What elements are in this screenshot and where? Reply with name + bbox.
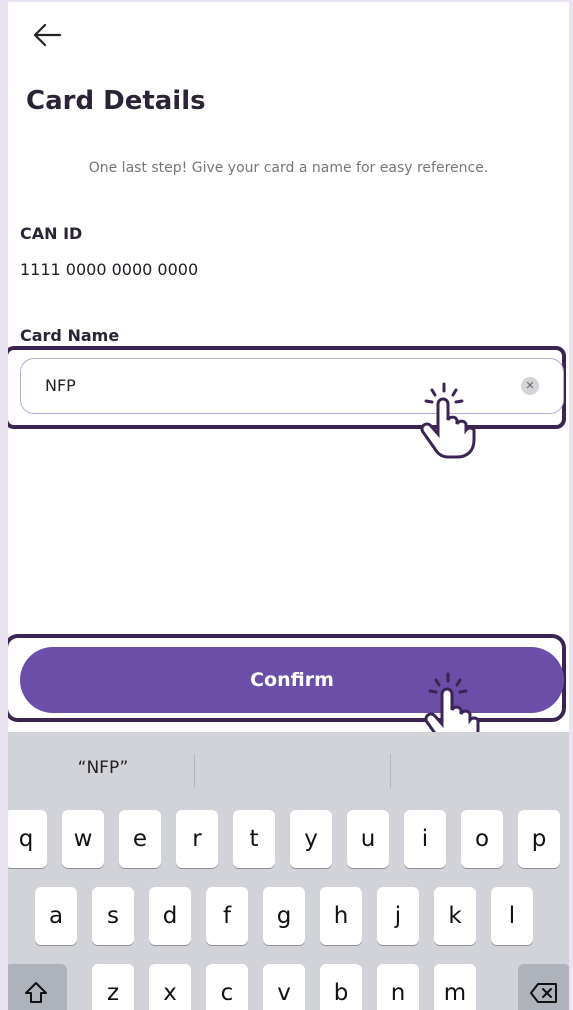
arrow-left-icon [33, 23, 62, 47]
card-name-field[interactable]: ✕ [20, 358, 564, 414]
suggestion-item[interactable]: “NFP” [8, 758, 198, 778]
shift-key[interactable] [8, 964, 67, 1010]
key[interactable]: m [434, 964, 476, 1010]
key[interactable]: j [377, 887, 419, 945]
key[interactable]: q [8, 810, 47, 868]
key[interactable]: n [377, 964, 419, 1010]
key[interactable]: l [491, 887, 533, 945]
key[interactable]: v [263, 964, 305, 1010]
suggestion-divider [390, 754, 391, 788]
key[interactable]: g [263, 887, 305, 945]
key[interactable]: t [233, 810, 275, 868]
backspace-key[interactable] [518, 964, 569, 1010]
key[interactable]: w [62, 810, 104, 868]
backspace-icon [530, 983, 557, 1003]
can-id-label: CAN ID [20, 224, 83, 243]
key[interactable]: a [35, 887, 77, 945]
page-subtitle: One last step! Give your card a name for… [88, 160, 489, 176]
key[interactable]: b [320, 964, 362, 1010]
key[interactable]: d [149, 887, 191, 945]
key[interactable]: i [404, 810, 446, 868]
back-button[interactable] [30, 20, 66, 50]
key[interactable]: k [434, 887, 476, 945]
key[interactable]: f [206, 887, 248, 945]
key[interactable]: s [92, 887, 134, 945]
confirm-button[interactable]: Confirm [20, 647, 564, 713]
key[interactable]: o [461, 810, 503, 868]
clear-x-icon[interactable]: ✕ [521, 377, 539, 395]
key[interactable]: p [518, 810, 560, 868]
suggestion-divider [194, 754, 195, 788]
screen: Card Details One last step! Give your ca… [8, 2, 569, 1010]
keyboard: “NFP” q w e r t y u i o p a s d f g h j … [8, 732, 569, 1010]
can-id-value: 1111 0000 0000 0000 [20, 260, 199, 279]
key[interactable]: z [92, 964, 134, 1010]
tap-hand-icon [420, 382, 476, 459]
key[interactable]: h [320, 887, 362, 945]
card-name-label: Card Name [20, 326, 120, 345]
suggestion-bar: “NFP” [8, 732, 569, 802]
key[interactable]: y [290, 810, 332, 868]
key[interactable]: c [206, 964, 248, 1010]
shift-icon [25, 982, 47, 1003]
key[interactable]: r [176, 810, 218, 868]
key[interactable]: u [347, 810, 389, 868]
key[interactable]: e [119, 810, 161, 868]
page-title: Card Details [26, 86, 206, 116]
key[interactable]: x [149, 964, 191, 1010]
